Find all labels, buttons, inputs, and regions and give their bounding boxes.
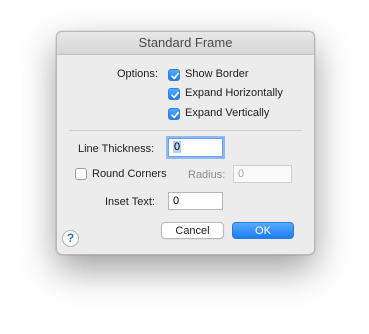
- line-thickness-input[interactable]: 0: [168, 138, 223, 157]
- checkmark-icon: [171, 111, 180, 119]
- inset-text-label: Inset Text:: [105, 196, 155, 208]
- line-thickness-value: 0: [173, 141, 182, 153]
- round-corners-checkbox[interactable]: [75, 168, 87, 180]
- radius-label: Radius:: [188, 169, 226, 181]
- inset-text-value: 0: [173, 195, 180, 207]
- expand-vertically-checkbox[interactable]: [168, 108, 180, 120]
- radius-value: 0: [238, 168, 245, 180]
- expand-horizontally-checkbox[interactable]: [168, 88, 180, 100]
- round-corners-label[interactable]: Round Corners: [92, 168, 167, 180]
- cancel-button[interactable]: Cancel: [161, 222, 224, 239]
- checkmark-icon: [171, 72, 180, 80]
- show-border-label[interactable]: Show Border: [185, 68, 249, 80]
- show-border-checkbox[interactable]: [168, 69, 180, 81]
- radius-input[interactable]: 0: [233, 165, 292, 183]
- options-label: Options:: [117, 68, 158, 80]
- help-button[interactable]: ?: [62, 230, 79, 247]
- line-thickness-label: Line Thickness:: [78, 143, 155, 155]
- ok-button[interactable]: OK: [232, 222, 294, 239]
- expand-horizontally-label[interactable]: Expand Horizontally: [185, 87, 283, 99]
- expand-vertically-label[interactable]: Expand Vertically: [185, 107, 269, 119]
- window-title: Standard Frame: [57, 32, 314, 55]
- checkmark-icon: [171, 91, 180, 99]
- standard-frame-dialog: Standard Frame Options: Show Border Expa…: [56, 31, 315, 255]
- separator: [69, 130, 302, 131]
- inset-text-input[interactable]: 0: [168, 192, 223, 210]
